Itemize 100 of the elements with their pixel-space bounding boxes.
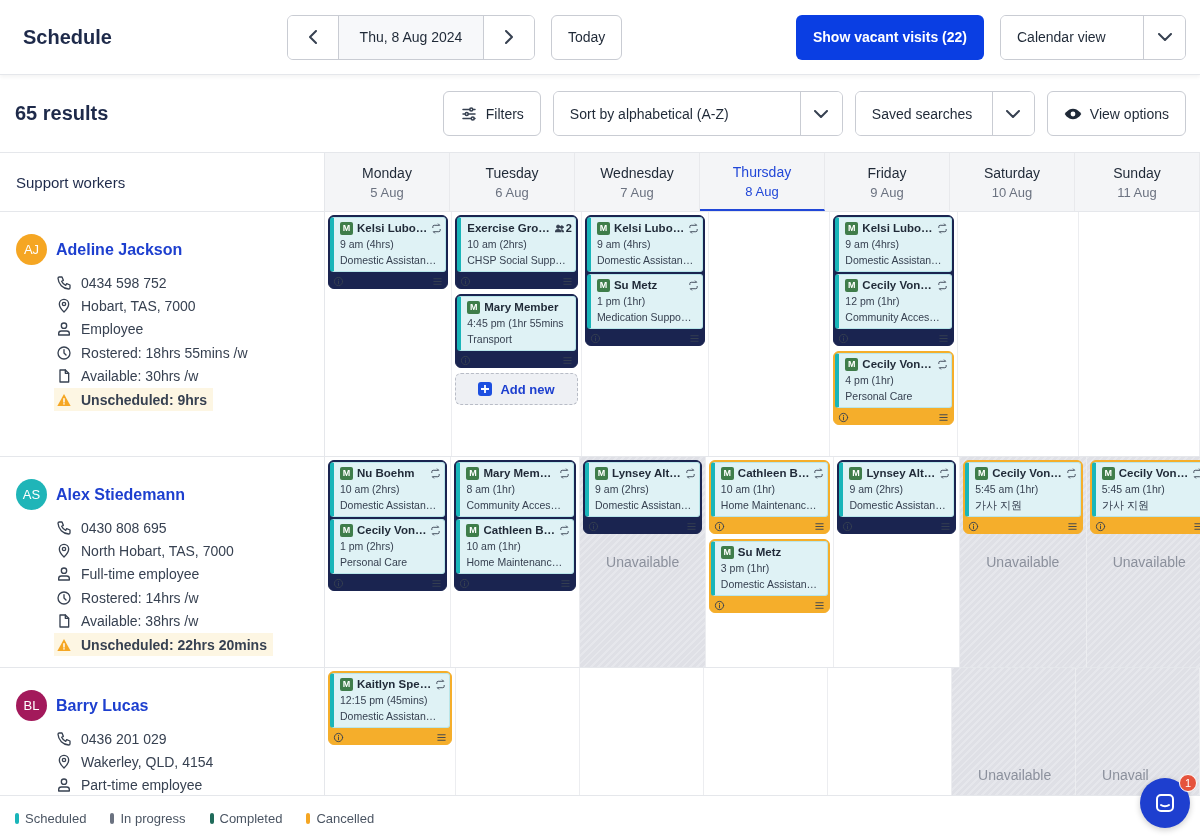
worker-detail: North Hobart, TAS, 7000 [81,543,234,560]
attendee-count: 2 [553,222,572,234]
day-header[interactable]: Monday 5 Aug [325,153,450,211]
unscheduled-warning: Unscheduled: 9hrs [81,391,208,408]
member-badge: M [845,221,859,235]
service-name: Domestic Assistan… [849,498,947,513]
shift-card[interactable]: Exercise Gro… 2 10 am (2hrs) CHSP Social Supp… [457,217,576,272]
worker-detail: Rostered: 14hrs /w [81,589,199,606]
service-name: 가사 지원 [1101,498,1150,513]
service-name: Domestic Assistan… [595,498,693,513]
shift-card[interactable]: M Mary Member 4:45 pm (1hr 55mins Transport [457,296,576,351]
chat-icon [1153,791,1177,815]
phone-icon [56,274,72,291]
shift-card[interactable]: M Nu Boehm 10 am (2hrs) Domestic Assistan… [330,462,446,517]
shift-card[interactable]: M Cathleen B… 10 am (1hr) Home Maintenanc… [710,462,829,517]
sort-dropdown-button[interactable] [799,92,842,135]
add-new-button[interactable]: Add new [455,373,578,405]
service-name: Personal Care [845,389,914,404]
phone-icon [56,519,72,536]
shift-card[interactable]: M Cecily Von… 5:45 am (1hr) 가사 지원 [1091,462,1200,517]
shift-card[interactable]: M Kelsi Lubo… 9 am (4hrs) Domestic Assistan… [586,217,704,272]
shift-time: 8 am (1hr) [466,482,516,497]
member-badge: M [720,545,734,559]
client-name: Kaitlyn Spe… [357,678,432,690]
person-icon [56,777,72,794]
view-dropdown-button[interactable] [1143,15,1185,59]
info-icon [838,411,850,423]
service-name: Personal Care [340,555,409,570]
today-button[interactable]: Today [551,14,623,60]
chevron-right-icon [505,30,513,44]
chevron-left-icon [309,30,317,44]
filters-button[interactable]: Filters [442,91,541,136]
worker-detail: Hobart, TAS, 7000 [81,298,196,315]
sort-select[interactable]: Sort by alphabetical (A-Z) [552,91,843,136]
client-name: Su Metz [737,546,783,558]
shift-card[interactable]: M Cecily Von… 12 pm (1hr) Community Acces… [835,274,952,329]
unavailable-label: Unavailable [1112,554,1186,570]
shift-card[interactable]: M Mary Mem… 8 am (1hr) Community Acces… [456,462,575,517]
shift-card[interactable]: M Cecily Von… 5:45 am (1hr) 가사 지원 [965,462,1081,517]
unavailable-label: Unavailable [986,554,1060,570]
view-options-button[interactable]: View options [1046,91,1186,136]
client-name: Mary Mem… [483,467,553,479]
day-header[interactable]: Tuesday 6 Aug [450,153,575,211]
client-name: Cecily Von… [862,279,933,291]
menu-icon [814,520,826,532]
avatar: AS [16,479,47,510]
service-name: CHSP Social Supp… [467,253,567,268]
legend-label: Completed [219,810,283,826]
info-icon [713,599,725,611]
shift-time: 9 am (2hrs) [849,482,905,497]
worker-name-link[interactable]: Adeline Jackson [56,240,183,259]
vacant-visits-button[interactable]: Show vacant visits (22) [795,14,984,60]
unscheduled-warning: Unscheduled: 22hrs 20mins [81,636,267,653]
shift-card[interactable]: M Lynsey Alt… 9 am (2hrs) Domestic Assistan… [585,462,700,517]
worker-name-link[interactable]: Barry Lucas [56,696,149,715]
menu-icon [940,520,952,532]
saved-searches-dropdown-button[interactable] [991,92,1034,135]
info-icon [333,577,344,589]
client-name: Kelsi Lubo… [862,222,933,234]
shift-card[interactable]: M Cecily Von… 4 pm (1hr) Personal Care [835,353,952,408]
shift-card[interactable]: M Kelsi Lubo… 9 am (4hrs) Domestic Assistan… [330,217,447,272]
client-name: Cecily Von… [1118,467,1189,479]
client-name: Kelsi Lubo… [613,222,685,234]
shift-card[interactable]: M Cathleen B… 10 am (1hr) Home Maintenanc… [456,519,575,574]
member-badge: M [975,466,989,480]
clock-icon [56,589,72,606]
shift-card[interactable]: M Kaitlyn Spe… 12:15 pm (45mins) Domestic Assistan… [330,673,451,728]
shift-card[interactable]: M Cecily Von… 1 pm (2hrs) Personal Care [330,519,446,574]
day-header[interactable]: Wednesday 7 Aug [575,153,700,211]
service-name: Domestic Assistan… [596,253,695,268]
avatar: AJ [16,234,47,265]
service-name: Domestic Assistan… [340,709,438,724]
worker-detail: Wakerley, QLD, 4154 [81,754,214,771]
menu-icon [689,332,701,344]
member-badge: M [340,677,353,691]
worker-detail: Available: 38hrs /w [81,613,199,630]
member-badge: M [340,523,353,537]
saved-searches-select[interactable]: Saved searches [854,91,1035,136]
shift-time: 1 pm (1hr) [596,294,647,309]
shift-card[interactable]: M Lynsey Alt… 9 am (2hrs) Domestic Assistan… [839,462,955,517]
menu-icon [431,577,443,589]
day-header[interactable]: Sunday 11 Aug [1075,153,1200,211]
info-icon [333,275,344,287]
worker-name-link[interactable]: Alex Stiedemann [56,485,185,504]
legend-label: In progress [120,810,186,826]
shift-card[interactable]: M Su Metz 1 pm (1hr) Medication Suppo… [586,274,704,329]
day-header[interactable]: Friday 9 Aug [825,153,950,211]
menu-icon [937,411,949,423]
phone-icon [56,730,72,747]
member-badge: M [340,221,353,235]
day-header[interactable]: Thursday 8 Aug [700,153,825,211]
member-badge: M [595,466,609,480]
view-select[interactable]: Calendar view [1000,14,1186,60]
menu-icon [1066,520,1078,532]
shift-card[interactable]: M Su Metz 3 pm (1hr) Domestic Assistan… [710,541,829,596]
day-header[interactable]: Saturday 10 Aug [950,153,1075,211]
shift-time: 9 am (4hrs) [596,237,652,252]
member-badge: M [466,523,480,537]
menu-icon [561,354,573,366]
shift-card[interactable]: M Kelsi Lubo… 9 am (4hrs) Domestic Assistan… [835,217,952,272]
